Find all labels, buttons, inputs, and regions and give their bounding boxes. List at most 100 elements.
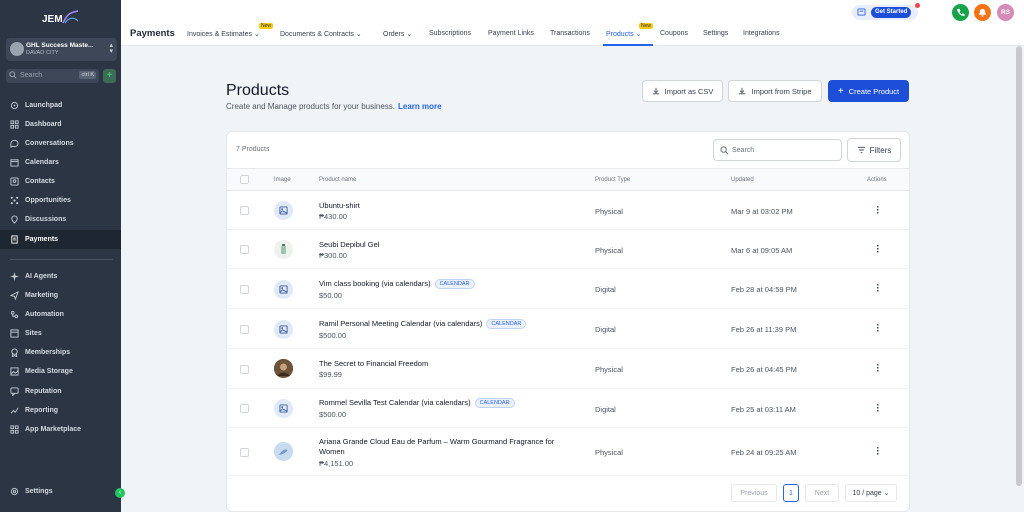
chevron-updown-icon: ▴ ▾ [109, 42, 113, 55]
tab-invoices-estimates[interactable]: Invoices & Estimates ⌄ [187, 30, 260, 38]
row-checkbox[interactable] [240, 448, 249, 457]
select-all-checkbox[interactable] [240, 175, 249, 184]
product-type: Physical [595, 365, 623, 374]
sidebar-item-discussions[interactable]: Discussions [0, 210, 121, 229]
table-row[interactable]: Seubi Depibul Gel ₱300.00 Physical Mar 6… [227, 230, 909, 269]
product-name[interactable]: The Secret to Financial Freedom [319, 359, 428, 369]
sidebar-item-launchpad[interactable]: Launchpad [0, 96, 121, 115]
previous-page-button[interactable]: Previous [731, 484, 777, 502]
product-name[interactable]: Seubi Depibul Gel [319, 240, 379, 250]
app-logo[interactable]: JEM [38, 8, 82, 28]
product-price: ₱300.00 [319, 251, 347, 260]
sidebar-item-automation[interactable]: Automation [0, 305, 121, 324]
table-row[interactable]: Rommel Sevilla Test Calendar (via calend… [227, 389, 909, 428]
row-checkbox[interactable] [240, 365, 249, 374]
grid-icon [10, 120, 19, 129]
tab-payment-links[interactable]: Payment Links [488, 30, 534, 37]
product-name[interactable]: Rommel Sevilla Test Calendar (via calend… [319, 398, 515, 408]
product-price: $50.00 [319, 291, 342, 300]
page-heading: Products [226, 82, 290, 99]
notifications-button[interactable] [974, 4, 991, 21]
create-product-button[interactable]: + Create Product [828, 80, 909, 102]
row-checkbox[interactable] [240, 245, 249, 254]
column-header-name: Product name [319, 177, 357, 183]
next-page-button[interactable]: Next [805, 484, 839, 502]
product-name[interactable]: Vim class booking (via calendars) CALENDA… [319, 279, 475, 289]
import-csv-button[interactable]: Import as CSV [642, 80, 723, 102]
tab-integrations[interactable]: Integrations [743, 30, 780, 37]
column-header-updated: Updated [731, 177, 754, 183]
table-row[interactable]: Ubuntu-shirt ₱430.00 Physical Mar 9 at 0… [227, 191, 909, 230]
product-image [274, 359, 293, 378]
sidebar-search[interactable]: Search ctrl K [6, 69, 99, 83]
more-actions-icon[interactable]: · · · [875, 203, 881, 219]
more-actions-icon[interactable]: · · · [875, 401, 881, 417]
page-scrollbar[interactable] [1016, 46, 1022, 486]
sidebar-item-marketing[interactable]: Marketing [0, 286, 121, 305]
sidebar-item-dashboard[interactable]: Dashboard [0, 115, 121, 134]
search-icon [720, 146, 729, 155]
chevron-down-icon: ⌄ [635, 31, 642, 38]
sidebar-item-settings[interactable]: Settings [0, 482, 121, 501]
quick-add-button[interactable]: + [103, 69, 116, 83]
phone-button[interactable] [952, 4, 969, 21]
tab-products[interactable]: Products ⌄ [606, 30, 641, 38]
sidebar-item-app-marketplace[interactable]: App Marketplace [0, 420, 121, 439]
avatar[interactable]: RS [997, 4, 1014, 21]
product-name[interactable]: Ubuntu-shirt [319, 201, 360, 211]
more-actions-icon[interactable]: · · · [875, 321, 881, 337]
get-started-widget[interactable]: Get Started [852, 3, 920, 20]
sidebar-item-ai-agents[interactable]: AI Agents [0, 267, 121, 286]
product-name[interactable]: Ramil Personal Meeting Calendar (via cal… [319, 319, 527, 329]
tab-orders[interactable]: Orders ⌄ [383, 30, 412, 38]
product-image [274, 399, 293, 418]
sidebar-item-sites[interactable]: Sites [0, 324, 121, 343]
sidebar-item-media-storage[interactable]: Media Storage [0, 362, 121, 381]
location-switcher[interactable]: GHL Success Maste... DAVAO CITY ▴ ▾ [6, 38, 117, 61]
table-row[interactable]: Vim class booking (via calendars) CALENDA… [227, 269, 909, 309]
location-name: GHL Success Maste... [26, 42, 94, 49]
product-search-input[interactable]: Search [713, 139, 842, 161]
table-row[interactable]: Ariana Grande Cloud Eau de Parfum – Warm… [227, 428, 909, 476]
table-row[interactable]: The Secret to Financial Freedom $99.99 P… [227, 349, 909, 389]
sidebar-item-label: Media Storage [25, 368, 73, 375]
filter-icon [857, 146, 865, 154]
row-checkbox[interactable] [240, 404, 249, 413]
more-actions-icon[interactable]: · · · [875, 444, 881, 460]
sidebar-item-contacts[interactable]: Contacts [0, 172, 121, 191]
payments-icon [11, 235, 18, 244]
filters-button[interactable]: Filters [847, 138, 901, 162]
topbar: Payments Invoices & Estimates ⌄ New Docu… [121, 0, 1024, 46]
tab-transactions[interactable]: Transactions [550, 30, 590, 37]
sidebar-item-opportunities[interactable]: Opportunities [0, 191, 121, 210]
location-avatar [10, 42, 24, 56]
row-checkbox[interactable] [240, 206, 249, 215]
get-started-button[interactable]: Get Started [871, 7, 912, 18]
row-checkbox[interactable] [240, 285, 249, 294]
table-row[interactable]: Ramil Personal Meeting Calendar (via cal… [227, 309, 909, 349]
sidebar-item-memberships[interactable]: Memberships [0, 343, 121, 362]
collapse-sidebar-button[interactable]: ‹ [115, 488, 125, 498]
tab-settings[interactable]: Settings [703, 30, 728, 37]
page-number-current[interactable]: 1 [783, 484, 799, 502]
sidebar-item-label: Dashboard [25, 121, 62, 128]
sidebar-item-reputation[interactable]: Reputation [0, 382, 121, 401]
tab-subscriptions[interactable]: Subscriptions [429, 30, 471, 37]
product-name[interactable]: Ariana Grande Cloud Eau de Parfum – Warm… [319, 437, 579, 457]
more-actions-icon[interactable]: · · · [875, 281, 881, 297]
product-image [274, 442, 293, 461]
row-checkbox[interactable] [240, 325, 249, 334]
sidebar-item-reporting[interactable]: Reporting [0, 401, 121, 420]
chart-icon [10, 407, 19, 414]
sidebar-item-conversations[interactable]: Conversations [0, 134, 121, 153]
sidebar-item-calendars[interactable]: Calendars [0, 153, 121, 172]
page-size-select[interactable]: 10 / page ⌄ [845, 484, 897, 502]
tab-coupons[interactable]: Coupons [660, 30, 688, 37]
learn-more-link[interactable]: Learn more [398, 102, 442, 111]
product-image [274, 240, 293, 259]
more-actions-icon[interactable]: · · · [875, 361, 881, 377]
tab-documents-contracts[interactable]: Documents & Contracts ⌄ [280, 30, 362, 38]
import-stripe-button[interactable]: Import from Stripe [728, 80, 822, 102]
sidebar-item-payments[interactable]: Payments [0, 230, 121, 249]
more-actions-icon[interactable]: · · · [875, 242, 881, 258]
